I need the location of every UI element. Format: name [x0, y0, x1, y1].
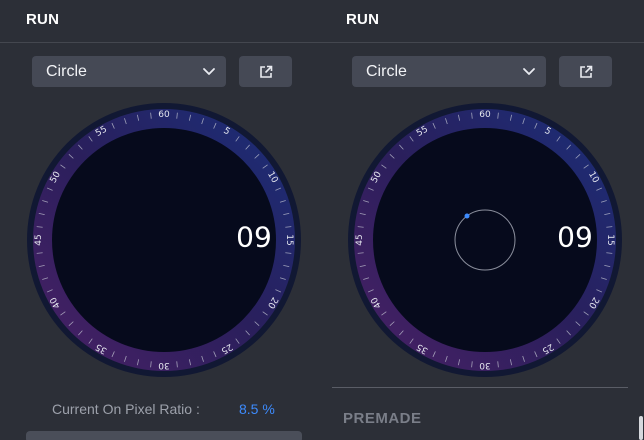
dial-tick-label: 45 — [34, 234, 44, 245]
open-external-button[interactable] — [559, 56, 612, 87]
dial-tick-label: 60 — [158, 110, 170, 120]
dial-readout: 09 — [557, 221, 593, 254]
shape-select[interactable]: Circle — [32, 56, 226, 87]
panel-title: RUN — [26, 11, 60, 28]
shape-select-value: Circle — [366, 62, 407, 80]
dial-tick-label: 60 — [479, 110, 491, 120]
position-dot — [464, 213, 470, 219]
dial-readout: 09 — [236, 221, 272, 254]
clock-dial: 6051015202530354045505509 — [348, 103, 622, 377]
clock-dial: 6051015202530354045505509 — [27, 103, 301, 377]
shape-select[interactable]: Circle — [352, 56, 546, 87]
section-divider — [332, 387, 628, 388]
premade-section-title: PREMADE — [343, 410, 422, 427]
action-bar[interactable] — [26, 431, 302, 440]
left-panel: RUN Circle 60 5 10 15 20 25 30 35 40 45 50 55 09 Cur… — [0, 0, 322, 440]
shape-select-value: Circle — [46, 62, 87, 80]
chevron-down-icon — [203, 68, 215, 75]
pixel-ratio-label: Current On Pixel Ratio : — [52, 401, 200, 417]
panel-title: RUN — [346, 11, 380, 28]
external-link-icon — [579, 65, 592, 78]
dial-tick-label: 45 — [355, 234, 365, 245]
dial-tick-label: 30 — [479, 360, 491, 370]
app-root: RUN Circle 60 5 10 15 20 25 30 35 40 45 50 55 09 Cur… — [0, 0, 644, 440]
scrollbar-thumb[interactable] — [639, 416, 643, 440]
dial-tick-label: 15 — [284, 234, 294, 245]
pixel-ratio-value: 8.5 % — [239, 401, 275, 417]
right-panel: RUN Circle 60 5 10 15 20 25 30 35 40 45 50 55 09 PRE… — [322, 0, 644, 440]
external-link-icon — [259, 65, 272, 78]
dial-tick-label: 15 — [605, 234, 615, 245]
dial-tick-label: 30 — [158, 360, 170, 370]
chevron-down-icon — [523, 68, 535, 75]
open-external-button[interactable] — [239, 56, 292, 87]
